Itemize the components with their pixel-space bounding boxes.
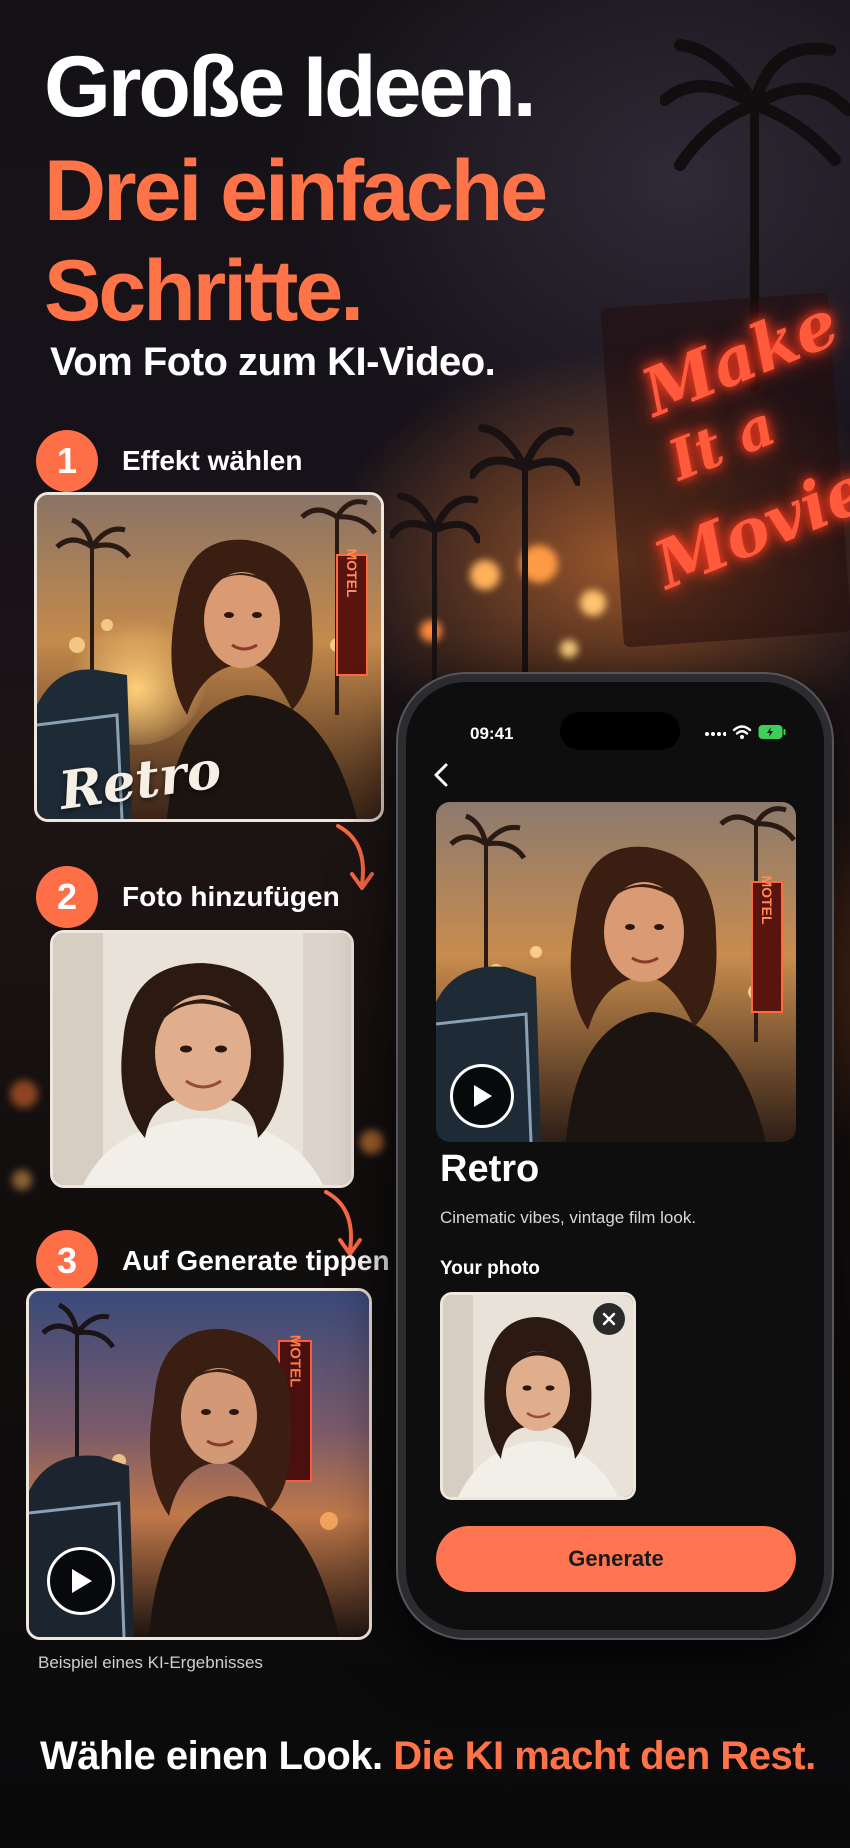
motel-sign-text: MOTEL <box>344 549 360 598</box>
step-1-label: Effekt wählen <box>122 445 303 476</box>
neon-sign: Make It a Movie <box>600 283 850 648</box>
play-button[interactable] <box>450 1064 514 1128</box>
result-caption: Beispiel eines KI-Ergebnisses <box>38 1653 263 1672</box>
effect-preview-video[interactable]: MOTEL <box>436 802 796 1142</box>
footer-tagline-orange: Die KI macht den Rest. <box>393 1734 816 1778</box>
generate-button[interactable]: Generate <box>436 1526 796 1592</box>
your-photo-label: Your photo <box>440 1258 540 1279</box>
effect-title: Retro <box>440 1148 540 1190</box>
phone-mockup: 09:41 MOTEL Retro Cinematic vibes, vinta… <box>396 672 834 1640</box>
close-icon <box>602 1312 616 1326</box>
status-time: 09:41 <box>470 724 514 743</box>
step-2-photo <box>50 930 354 1188</box>
effect-description: Cinematic vibes, vintage film look. <box>440 1208 697 1227</box>
headline-subtitle: Vom Foto zum KI-Video. <box>50 340 496 384</box>
play-icon <box>474 1085 492 1107</box>
phone-screen: 09:41 MOTEL Retro Cinematic vibes, vinta… <box>406 682 824 1630</box>
step-3-result-video[interactable]: MOTEL <box>26 1288 372 1640</box>
dynamic-island <box>560 712 680 750</box>
status-icons <box>704 724 786 740</box>
step-3-label: Auf Generate tippen <box>122 1245 390 1276</box>
headline-orange-line1: Drei einfache <box>44 143 548 239</box>
motel-sign-text: MOTEL <box>287 1335 304 1388</box>
footer-tagline: Wähle einen Look. Die KI macht den Rest. <box>40 1734 816 1779</box>
headline-orange-line2: Schritte. <box>44 243 364 339</box>
footer-tagline-white: Wähle einen Look. <box>40 1734 383 1778</box>
step-2-label: Foto hinzufügen <box>122 881 340 912</box>
remove-photo-button[interactable] <box>593 1303 625 1335</box>
signal-icon <box>705 732 726 736</box>
step-1-photo: MOTEL Retro <box>34 492 384 822</box>
neon-sign-line: Movie <box>643 448 850 605</box>
battery-icon <box>758 725 786 739</box>
wifi-icon <box>732 725 752 739</box>
play-icon <box>72 1569 92 1593</box>
back-button[interactable] <box>432 762 450 796</box>
play-button[interactable] <box>47 1547 115 1615</box>
step-1-badge: 1 <box>36 430 98 492</box>
headline-white: Große Ideen. <box>44 39 537 135</box>
step-3-badge: 3 <box>36 1230 98 1292</box>
step-2-badge: 2 <box>36 866 98 928</box>
your-photo-thumbnail[interactable] <box>440 1292 636 1500</box>
chevron-left-icon <box>434 763 448 787</box>
motel-sign-text: MOTEL <box>759 876 775 925</box>
